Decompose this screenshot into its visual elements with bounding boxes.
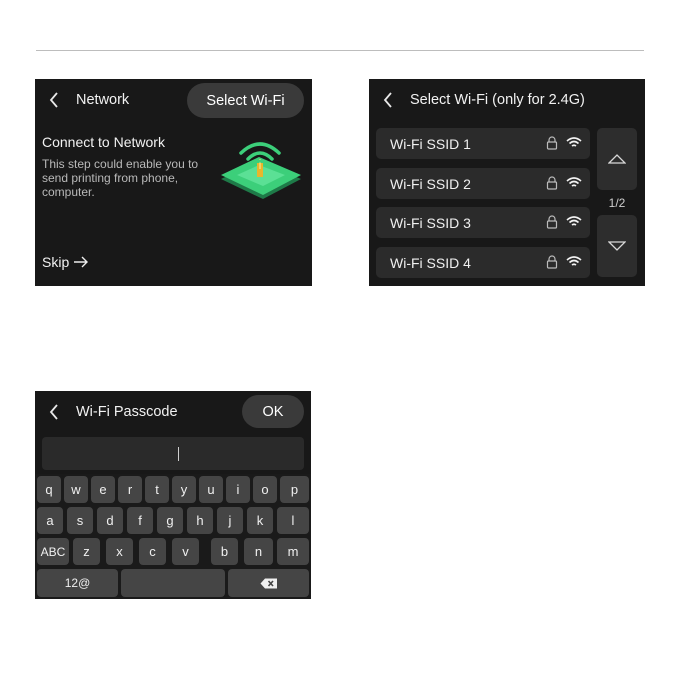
wifi-network-row[interactable]: Wi-Fi SSID 4	[376, 247, 590, 278]
key-shift-abc[interactable]: ABC	[37, 538, 69, 565]
chevron-left-icon[interactable]	[45, 403, 63, 421]
key-space[interactable]	[121, 569, 225, 597]
ssid-label: Wi-Fi SSID 1	[390, 135, 471, 152]
ssid-label: Wi-Fi SSID 3	[390, 214, 471, 231]
connect-heading: Connect to Network	[42, 134, 165, 150]
lock-icon	[546, 176, 558, 190]
key-z[interactable]: z	[73, 538, 100, 565]
wifi-signal-icon	[566, 256, 582, 266]
key-u[interactable]: u	[199, 476, 223, 503]
arrow-right-icon	[74, 256, 89, 268]
key-backspace[interactable]	[228, 569, 309, 597]
passcode-screen: Wi-Fi Passcode OK q w e r t y u i o p a …	[35, 391, 311, 599]
key-i[interactable]: i	[226, 476, 250, 503]
key-k[interactable]: k	[247, 507, 273, 534]
network-screen: Network Select Wi-Fi Connect to Network …	[35, 79, 312, 286]
key-w[interactable]: w	[64, 476, 88, 503]
lock-icon	[546, 255, 558, 269]
key-a[interactable]: a	[37, 507, 63, 534]
key-e[interactable]: e	[91, 476, 115, 503]
key-g[interactable]: g	[157, 507, 183, 534]
key-m[interactable]: m	[277, 538, 309, 565]
page-indicator: 1/2	[608, 196, 626, 210]
wifi-signal-icon	[566, 216, 582, 226]
lock-icon	[546, 136, 558, 150]
skip-label: Skip	[42, 254, 70, 270]
key-s[interactable]: s	[67, 507, 93, 534]
backspace-icon	[260, 578, 277, 588]
on-screen-keyboard: q w e r t y u i o p a s d f g h j k l AB…	[35, 474, 311, 599]
wifi-signal-icon	[566, 177, 582, 187]
connect-description: This step could enable you to send print…	[42, 157, 199, 199]
key-v[interactable]: v	[172, 538, 199, 565]
key-d[interactable]: d	[97, 507, 123, 534]
wifi-signal-icon	[566, 137, 582, 147]
top-divider	[36, 50, 644, 51]
ok-button[interactable]: OK	[242, 395, 304, 428]
page-title: Wi-Fi Passcode	[76, 404, 178, 420]
key-f[interactable]: f	[127, 507, 153, 534]
chevron-left-icon[interactable]	[379, 91, 397, 109]
triangle-down-icon	[608, 241, 626, 251]
key-numeric-mode[interactable]: 12@	[37, 569, 118, 597]
triangle-up-icon	[608, 154, 626, 164]
ssid-label: Wi-Fi SSID 4	[390, 254, 471, 271]
page-title: Select Wi-Fi (only for 2.4G)	[410, 92, 585, 108]
page-title: Network	[76, 92, 130, 108]
key-n[interactable]: n	[244, 538, 273, 565]
select-wifi-button[interactable]: Select Wi-Fi	[187, 83, 304, 118]
key-h[interactable]: h	[187, 507, 213, 534]
wifi-list-screen: Select Wi-Fi (only for 2.4G) Wi-Fi SSID …	[369, 79, 645, 286]
key-x[interactable]: x	[106, 538, 133, 565]
key-c[interactable]: c	[139, 538, 166, 565]
wifi-network-row[interactable]: Wi-Fi SSID 3	[376, 207, 590, 238]
key-p[interactable]: p	[280, 476, 309, 503]
key-j[interactable]: j	[217, 507, 243, 534]
page-up-button[interactable]	[597, 128, 637, 190]
key-q[interactable]: q	[37, 476, 61, 503]
page-down-button[interactable]	[597, 215, 637, 277]
key-l[interactable]: l	[277, 507, 309, 534]
passcode-input[interactable]	[42, 437, 304, 470]
key-y[interactable]: y	[172, 476, 196, 503]
skip-link[interactable]: Skip	[42, 254, 89, 270]
key-o[interactable]: o	[253, 476, 277, 503]
chevron-left-icon[interactable]	[45, 91, 63, 109]
key-r[interactable]: r	[118, 476, 142, 503]
key-b[interactable]: b	[211, 538, 238, 565]
wifi-network-row[interactable]: Wi-Fi SSID 2	[376, 168, 590, 199]
key-t[interactable]: t	[145, 476, 169, 503]
text-caret	[178, 447, 179, 461]
wifi-printer-illustration	[221, 142, 301, 199]
wifi-network-row[interactable]: Wi-Fi SSID 1	[376, 128, 590, 159]
lock-icon	[546, 215, 558, 229]
ssid-label: Wi-Fi SSID 2	[390, 175, 471, 192]
